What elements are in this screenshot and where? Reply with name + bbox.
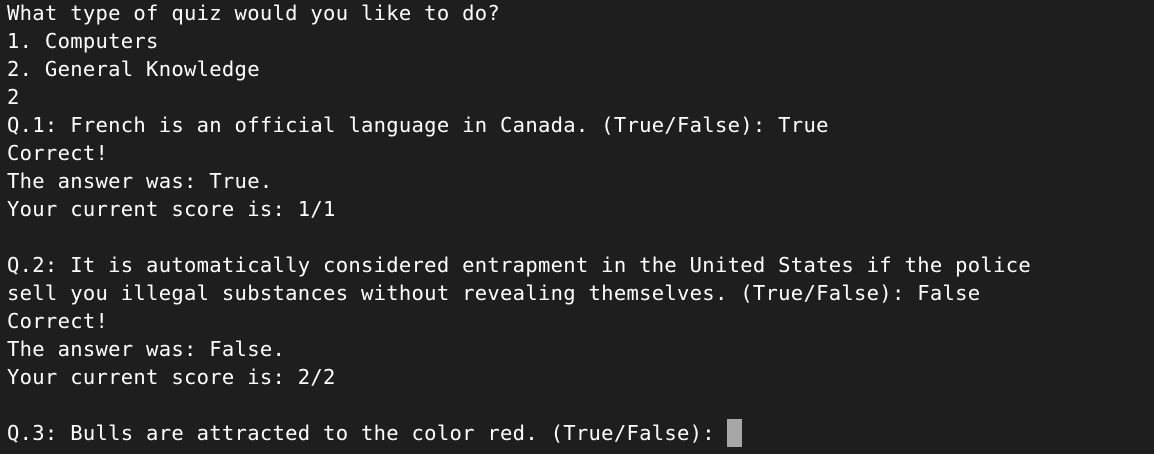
active-input-line[interactable]: Q.3: Bulls are attracted to the color re… (7, 419, 1154, 447)
question-2-score: Your current score is: 2/2 (7, 365, 336, 389)
question-1: Q.1: French is an official language in C… (7, 113, 829, 137)
menu-option-general-knowledge: 2. General Knowledge (7, 57, 260, 81)
question-3-prompt: Q.3: Bulls are attracted to the color re… (7, 421, 715, 445)
user-menu-choice: 2 (7, 85, 20, 109)
text-cursor[interactable] (726, 419, 742, 447)
terminal-window[interactable]: What type of quiz would you like to do? … (0, 0, 1154, 454)
question-2-line-1: Q.2: It is automatically considered entr… (7, 253, 1032, 277)
question-2-answer: The answer was: False. (7, 337, 286, 361)
question-1-result: Correct! (7, 141, 109, 165)
question-1-answer: The answer was: True. (7, 169, 273, 193)
menu-option-computers: 1. Computers (7, 29, 159, 53)
question-1-score: Your current score is: 1/1 (7, 197, 336, 221)
question-2-line-2: sell you illegal substances without reve… (7, 281, 981, 305)
quiz-type-prompt: What type of quiz would you like to do? (7, 1, 501, 25)
question-2-result: Correct! (7, 309, 109, 333)
terminal-output: What type of quiz would you like to do? … (7, 0, 1154, 447)
